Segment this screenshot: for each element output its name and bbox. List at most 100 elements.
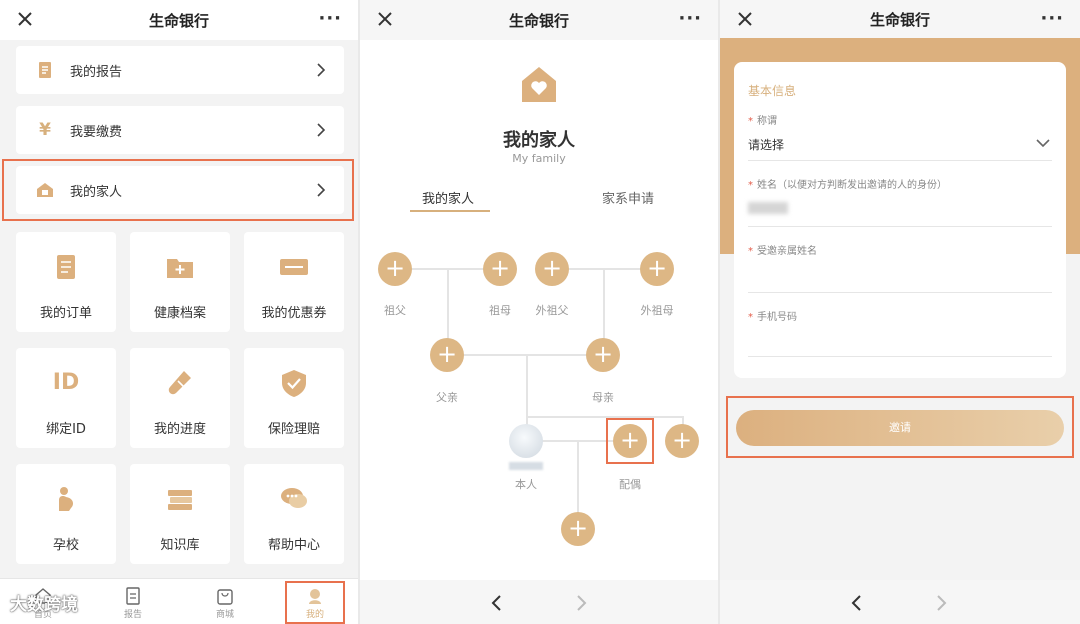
add-father-button[interactable]: + bbox=[430, 338, 464, 372]
node-label: 本人 bbox=[515, 478, 537, 491]
invite-family-screen: 生命银行 ··· 基本信息 * 称谓 请选择 * 姓名（以便对方判断发出邀请的人的身… bbox=[720, 0, 1080, 624]
chat-help-icon bbox=[281, 488, 307, 508]
grid-item-progress[interactable]: 我的进度 bbox=[130, 348, 230, 448]
family-home-icon bbox=[522, 67, 556, 102]
phone-input[interactable] bbox=[748, 324, 1052, 356]
chevron-down-icon[interactable] bbox=[1036, 138, 1050, 148]
tab-label: 商城 bbox=[215, 610, 234, 620]
required-mark: * bbox=[748, 116, 753, 127]
grid-item-help-center[interactable]: 帮助中心 bbox=[244, 464, 344, 564]
pregnancy-icon bbox=[59, 487, 74, 511]
grid-item-orders[interactable]: 我的订单 bbox=[16, 232, 116, 332]
node-label: 外祖父 bbox=[535, 304, 569, 317]
field-underline bbox=[748, 226, 1052, 227]
browser-nav-bar bbox=[360, 580, 718, 624]
grid-item-knowledge-base[interactable]: 知识库 bbox=[130, 464, 230, 564]
grid-item-label: 知识库 bbox=[160, 538, 200, 553]
grid-item-label: 健康档案 bbox=[153, 306, 206, 321]
back-icon[interactable] bbox=[490, 594, 502, 612]
required-mark: * bbox=[748, 312, 753, 323]
app-title: 生命银行 bbox=[148, 11, 209, 30]
close-icon[interactable] bbox=[736, 10, 754, 28]
grid-item-insurance[interactable]: 保险理赔 bbox=[244, 348, 344, 448]
id-card-icon: ID bbox=[52, 370, 80, 395]
report-tab-icon bbox=[126, 587, 140, 605]
add-child-button[interactable]: + bbox=[561, 512, 595, 546]
grid-item-label: 绑定ID bbox=[46, 422, 86, 437]
title-select[interactable]: 请选择 bbox=[748, 136, 784, 153]
tab-my-family[interactable]: 我的家人 bbox=[422, 188, 474, 207]
highlight-box-mine-tab bbox=[285, 581, 345, 624]
field-underline bbox=[748, 292, 1052, 293]
page-title: 我的家人 bbox=[503, 130, 575, 151]
node-label: 祖母 bbox=[489, 304, 511, 317]
close-icon[interactable] bbox=[16, 10, 34, 28]
tab-family-application[interactable]: 家系申请 bbox=[602, 188, 654, 207]
grid-item-pregnancy-school[interactable]: 孕校 bbox=[16, 464, 116, 564]
grid-item-coupons[interactable]: 我的优惠券 bbox=[244, 232, 344, 332]
chevron-right-icon bbox=[317, 63, 326, 77]
test-tube-icon bbox=[168, 371, 191, 395]
more-menu-button[interactable]: ··· bbox=[318, 10, 342, 28]
report-icon bbox=[39, 62, 51, 78]
browser-nav-bar bbox=[720, 580, 1080, 624]
connector-line bbox=[526, 416, 682, 418]
menu-row-label: 我的报告 bbox=[70, 64, 123, 80]
field-label-title: * 称谓 bbox=[748, 112, 777, 127]
invitee-name-input[interactable] bbox=[748, 258, 1052, 290]
highlight-box-family bbox=[2, 159, 354, 221]
close-icon[interactable] bbox=[376, 10, 394, 28]
back-icon[interactable] bbox=[850, 594, 862, 612]
add-maternal-grandmother-button[interactable]: + bbox=[640, 252, 674, 286]
basic-info-card: 基本信息 * 称谓 请选择 * 姓名（以便对方判断发出邀请的人的身份） * 受邀亲属姓… bbox=[734, 62, 1066, 378]
order-icon bbox=[57, 255, 75, 279]
tab-shop[interactable]: 商城 bbox=[190, 583, 260, 620]
menu-row-report[interactable]: 我的报告 bbox=[16, 46, 344, 94]
grid-item-label: 我的优惠券 bbox=[261, 306, 327, 321]
add-grandmother-button[interactable]: + bbox=[483, 252, 517, 286]
forward-icon[interactable] bbox=[936, 594, 948, 612]
shield-check-icon bbox=[282, 370, 306, 397]
health-folder-icon bbox=[167, 259, 193, 278]
add-mother-button[interactable]: + bbox=[586, 338, 620, 372]
more-menu-button[interactable]: ··· bbox=[678, 10, 702, 28]
required-mark: * bbox=[748, 246, 753, 257]
node-label: 外祖母 bbox=[640, 304, 674, 317]
field-label-text: 称谓 bbox=[757, 116, 777, 127]
grid-item-label: 保险理赔 bbox=[267, 422, 320, 437]
blurred-name-value bbox=[748, 202, 788, 214]
title-bar: 生命银行 ··· bbox=[720, 0, 1080, 38]
grid-item-label: 我的进度 bbox=[153, 422, 206, 437]
grid-item-bind-id[interactable]: ID 绑定ID bbox=[16, 348, 116, 448]
field-label-name: * 姓名（以便对方判断发出邀请的人的身份） bbox=[748, 176, 947, 191]
add-sibling-button[interactable]: + bbox=[665, 424, 699, 458]
chevron-right-icon bbox=[317, 123, 326, 137]
more-menu-button[interactable]: ··· bbox=[1040, 10, 1064, 28]
add-grandfather-button[interactable]: + bbox=[378, 252, 412, 286]
menu-row-label: 我要缴费 bbox=[70, 124, 123, 140]
page-subtitle: My family bbox=[512, 152, 566, 165]
app-title: 生命银行 bbox=[508, 11, 569, 30]
forward-icon[interactable] bbox=[576, 594, 588, 612]
grid-item-label: 我的订单 bbox=[39, 306, 92, 321]
name-input[interactable] bbox=[794, 190, 1044, 224]
field-label-phone: * 手机号码 bbox=[748, 308, 797, 323]
required-mark: * bbox=[748, 180, 753, 191]
grid-item-label: 孕校 bbox=[52, 538, 79, 553]
grid-item-health-records[interactable]: 健康档案 bbox=[130, 232, 230, 332]
screenshot-root: 生命银行 ··· 我的报告 ¥ 我要缴费 我的家人 我的订单 健康档案 我的优惠… bbox=[0, 0, 1080, 624]
highlight-box-invite bbox=[726, 396, 1074, 458]
tab-label: 报告 bbox=[123, 610, 142, 620]
self-avatar bbox=[509, 424, 543, 458]
node-label: 父亲 bbox=[436, 391, 458, 404]
family-tree-screen: 生命银行 ··· 我的家人 My family 我的家人 家系申请 + 祖父 +… bbox=[360, 0, 718, 624]
profile-screen: 生命银行 ··· 我的报告 ¥ 我要缴费 我的家人 我的订单 健康档案 我的优惠… bbox=[0, 0, 358, 624]
field-label-invitee: * 受邀亲属姓名 bbox=[748, 242, 817, 257]
blurred-name bbox=[509, 462, 543, 470]
tab-report[interactable]: 报告 bbox=[98, 583, 168, 620]
family-tree: + 祖父 + 祖母 + 外祖父 + 外祖母 + 父亲 + 母亲 本人 + 配偶 … bbox=[360, 226, 718, 578]
watermark: 大数跨境 bbox=[10, 595, 78, 615]
menu-row-payment[interactable]: ¥ 我要缴费 bbox=[16, 106, 344, 154]
field-underline bbox=[748, 356, 1052, 357]
add-maternal-grandfather-button[interactable]: + bbox=[535, 252, 569, 286]
